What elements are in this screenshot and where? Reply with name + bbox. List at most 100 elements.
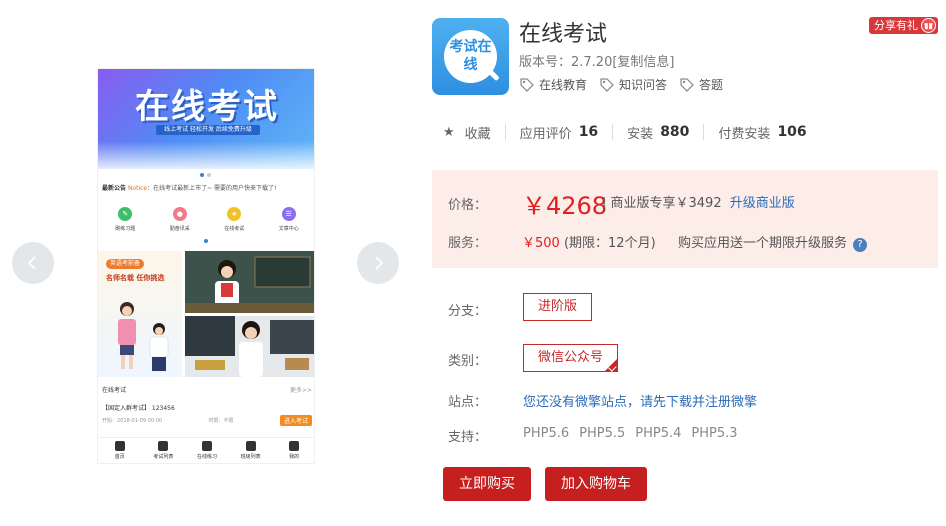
- business-price-text: | 商业版专享￥3492: [602, 196, 722, 211]
- promo-teacher: [185, 316, 314, 377]
- tab-label: 考试列表: [153, 454, 174, 460]
- notice-en: Notice: [127, 185, 148, 192]
- branch-label: 分支：: [448, 304, 488, 319]
- chevron-right-icon: [375, 256, 384, 270]
- banner: 在线考试 线上考试 轻松开发 后续免费升级: [98, 69, 314, 169]
- rating-stat[interactable]: 应用评价 16: [504, 124, 613, 142]
- app-screenshot: 在线考试 线上考试 轻松开发 后续免费升级 最新公告 Notice：在线考试最新…: [97, 68, 315, 464]
- stats-bar: ★ 收藏 应用评价 16 安装 880 付费安装 106: [443, 124, 821, 142]
- carousel-next-button[interactable]: [357, 242, 399, 284]
- tag-icon: [600, 77, 614, 92]
- php-support-list: PHP5.6 PHP5.5 PHP5.4 PHP5.3: [523, 426, 738, 441]
- paid-value: 106: [777, 124, 807, 140]
- banner-subtitle: 线上考试 轻松开发 后续免费升级: [156, 125, 260, 135]
- tab-bar: 首页 考试列表 在线练习 班级列表 我的: [98, 437, 314, 463]
- favorite-label: 收藏: [464, 126, 491, 142]
- banner-title: 在线考试: [135, 87, 279, 127]
- exam-time: 开始：2018-01-09 00:00: [102, 418, 163, 424]
- exam-meta: 开始：2018-01-09 00:00 时限：不限 进入考试: [102, 415, 312, 426]
- tab-class-list: 班级列表: [231, 438, 271, 463]
- tag-label: 知识问答: [619, 78, 668, 92]
- business-price: | 商业版专享￥3492 升级商业版: [602, 192, 795, 211]
- gift-icon: [921, 18, 936, 33]
- tag-item[interactable]: 在线教育: [519, 76, 587, 93]
- service-period: (期限：12个月): [563, 236, 656, 251]
- tab-label: 首页: [114, 454, 125, 460]
- carousel-prev-button[interactable]: [12, 242, 54, 284]
- quick-item: ★ 在线考试: [214, 207, 254, 243]
- student-image: [118, 302, 136, 369]
- quick-page-dot: [204, 239, 208, 243]
- screenshot-carousel: 在线考试 线上考试 轻松开发 后续免费升级 最新公告 Notice：在线考试最新…: [0, 0, 420, 526]
- exam-duration: 时限：不限: [208, 418, 234, 424]
- classroom-image: [185, 251, 314, 313]
- star-icon: ★: [443, 124, 455, 140]
- notice-label: 最新公告: [102, 185, 127, 192]
- tag-label: 在线教育: [539, 78, 588, 92]
- list-icon: [158, 441, 169, 451]
- promo-title: 名师名栽 任你挑选: [106, 274, 165, 282]
- tab-mine: 我的: [274, 438, 314, 463]
- exam-title: 【国定入群考试】 123456: [102, 405, 175, 412]
- exam-icon: ★: [227, 207, 242, 221]
- tab-home: 首页: [100, 438, 140, 463]
- favorite-button[interactable]: ★ 收藏: [443, 124, 505, 142]
- support-label: 支持：: [448, 430, 488, 445]
- category-option-label: 微信公众号: [538, 350, 604, 365]
- buy-now-button[interactable]: 立即购买: [443, 467, 531, 501]
- upgrade-business-link[interactable]: 升级商业版: [730, 196, 795, 211]
- share-gift-button[interactable]: 分享有礼: [869, 17, 938, 34]
- service-note-text: 购买应用送一个期限升级服务: [678, 236, 848, 251]
- tab-exam-list: 考试列表: [143, 438, 183, 463]
- tab-label: 我的: [289, 454, 300, 460]
- chevron-left-icon: [27, 256, 36, 270]
- quick-item: ● 勤奋讯采: [160, 207, 200, 243]
- share-label: 分享有礼: [874, 19, 918, 32]
- banner-cloud: [98, 141, 314, 169]
- install-value: 880: [660, 124, 690, 140]
- service-note: 购买应用送一个期限升级服务?: [678, 232, 868, 252]
- service-label: 服务：: [448, 236, 488, 251]
- class-icon: [245, 441, 256, 451]
- rating-value: 16: [578, 124, 599, 140]
- register-site-link[interactable]: 您还没有微擎站点，请先下载并注册微擎: [523, 391, 757, 410]
- promo-grid: 英语考前备 名师名栽 任你挑选: [98, 251, 314, 377]
- app-version[interactable]: 版本号：2.7.20[复制信息]: [519, 51, 675, 70]
- php-version: PHP5.5: [579, 426, 626, 441]
- help-icon[interactable]: ?: [853, 238, 868, 252]
- tag-label: 答题: [699, 78, 724, 92]
- article-icon: ☰: [281, 207, 296, 221]
- tag-item[interactable]: 答题: [679, 76, 723, 93]
- php-version: PHP5.3: [691, 426, 738, 441]
- php-version: PHP5.4: [635, 426, 682, 441]
- tag-icon: [520, 77, 534, 92]
- teacher-image: [185, 316, 314, 377]
- home-icon: [114, 441, 125, 451]
- quick-label: 在线考试: [224, 226, 245, 232]
- paid-label: 付费安装: [718, 126, 771, 142]
- category-option-wechat[interactable]: 微信公众号: [523, 344, 619, 372]
- banner-dots: [200, 173, 211, 177]
- service-price-value: ￥500: [522, 236, 560, 251]
- price-box: 价格： ￥4268 | 商业版专享￥3492 升级商业版 服务： ￥500 (期…: [432, 170, 938, 268]
- notice-text: ：在线考试最新上市了~ 需要的用户快来下载了!: [147, 185, 277, 192]
- edit-icon: [201, 441, 212, 451]
- quick-label: 勤奋讯采: [169, 226, 190, 232]
- rating-label: 应用评价: [519, 126, 572, 142]
- tag-item[interactable]: 知识问答: [599, 76, 667, 93]
- tag-icon: [680, 77, 694, 92]
- price-value: ￥4268: [522, 192, 608, 220]
- app-icon: 考试在线: [432, 18, 509, 95]
- quick-menu: ✎ 刷练习题 ● 勤奋讯采 ★ 在线考试 ☰ 文章中心: [98, 207, 314, 243]
- quick-label: 刷练习题: [115, 226, 136, 232]
- branch-option-advanced[interactable]: 进阶版: [523, 293, 593, 321]
- tab-practice: 在线练习: [187, 438, 227, 463]
- site-label: 站点：: [448, 395, 488, 410]
- app-tags: 在线教育 知识问答 答题: [519, 76, 723, 93]
- install-stat: 安装 880: [612, 124, 703, 142]
- price-label: 价格：: [448, 198, 488, 213]
- tab-label: 在线练习: [196, 454, 217, 460]
- category-label: 类别：: [448, 354, 488, 369]
- section-title: 在线考试: [102, 387, 127, 394]
- add-to-cart-button[interactable]: 加入购物车: [545, 467, 647, 501]
